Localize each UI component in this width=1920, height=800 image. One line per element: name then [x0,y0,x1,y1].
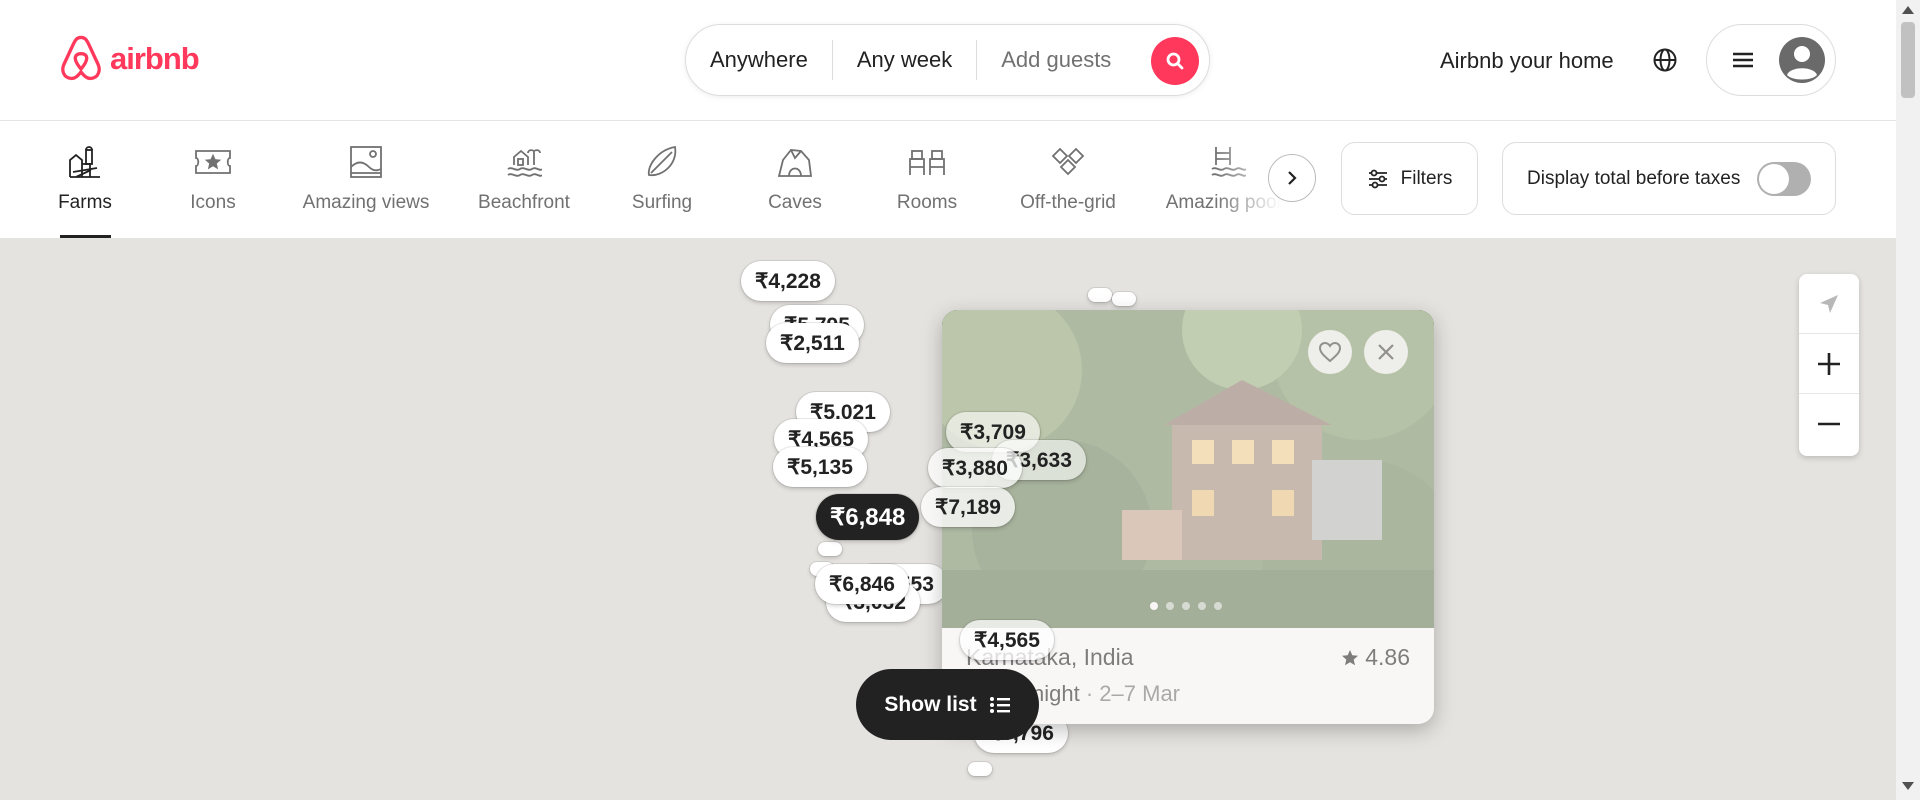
airbnb-logo[interactable]: airbnb [58,34,200,84]
page-scrollbar[interactable] [1896,0,1920,800]
pin-price-label: ₹3,880 [942,456,1008,480]
map-pin-dot[interactable] [1088,288,1112,302]
locate-me-button[interactable] [1799,274,1859,334]
display-total-toggle[interactable] [1757,161,1811,196]
pin-price-label: ₹6,846 [829,572,895,596]
category-label: Beachfront [478,192,570,213]
cave-icon [775,142,815,182]
top-header: airbnb Anywhere Any week Add guests Airb… [0,0,1896,121]
category-label: Surfing [631,192,693,213]
map-pin-dot[interactable] [968,762,992,776]
photo-carousel-dots[interactable] [1150,602,1222,610]
filters-button[interactable]: Filters [1341,142,1478,215]
airbnb-logo-text: airbnb [110,41,200,76]
map-pin-price[interactable]: ₹2,511 [766,323,859,363]
category-label: Caves [768,192,822,213]
globe-icon [1653,48,1677,72]
category-rooms[interactable]: Rooms [857,142,997,214]
zoom-in-button[interactable] [1799,334,1859,394]
star-icon [1342,649,1359,665]
show-list-label: Show list [884,692,977,716]
rating-value: 4.86 [1365,644,1410,670]
language-button[interactable] [1652,47,1678,78]
plus-icon [1818,352,1840,375]
ticket-star-icon [193,142,233,182]
scroll-down-arrow-icon[interactable] [1902,782,1914,790]
category-off-the-grid[interactable]: Off-the-grid [998,142,1138,214]
carousel-dot[interactable] [1198,602,1206,610]
category-label: Amazing views [302,192,430,213]
map-pin-price-selected[interactable]: ₹6,848 [816,494,920,540]
map-pin-price[interactable]: ₹4,228 [741,261,835,301]
pin-price-label: ₹4,565 [974,628,1040,652]
hamburger-menu-icon [1733,52,1753,68]
close-card-button[interactable] [1364,330,1408,374]
listing-dates: 2–7 Mar [1099,681,1181,706]
category-surfing[interactable]: Surfing [592,142,732,214]
save-wishlist-button[interactable] [1308,330,1352,374]
minus-icon [1818,422,1840,426]
pin-price-label: ₹4,228 [755,269,821,293]
toggle-knob [1759,163,1789,194]
category-label: Farms [58,192,112,213]
pin-price-label: ₹2,511 [780,331,845,355]
scrollbar-thumb[interactable] [1901,22,1915,98]
search-guests[interactable]: Add guests [977,47,1135,73]
diamond-grid-icon [1048,142,1088,182]
beach-house-icon [504,142,544,182]
pin-price-label: ₹7,189 [935,495,1001,519]
listing-card[interactable]: Karnataka, India 4.86 night · 2–7 Mar [942,310,1434,724]
beds-icon [907,142,947,182]
list-icon [989,696,1010,713]
category-beachfront[interactable]: Beachfront [454,142,594,214]
category-farms[interactable]: Farms [15,142,155,214]
category-label: Icons [190,192,236,213]
show-list-button[interactable]: Show list [856,669,1039,740]
airbnb-your-home-link[interactable]: Airbnb your home [1440,48,1614,74]
category-label: Rooms [896,192,958,213]
navigation-arrow-icon [1820,294,1838,313]
search-bar[interactable]: Anywhere Any week Add guests [685,24,1210,96]
pin-price-label: ₹5,135 [787,455,853,479]
map-pin-price[interactable]: ₹5,135 [773,447,867,487]
listing-rating: 4.86 [1341,644,1410,671]
search-icon [1166,52,1184,70]
heart-icon [1318,341,1342,363]
picture-icon [346,142,386,182]
carousel-dot[interactable] [1150,602,1158,610]
map-pin-price[interactable]: ₹6,846 [815,564,909,604]
surfboard-icon [642,142,682,182]
category-caves[interactable]: Caves [725,142,865,214]
display-total-toggle-container: Display total before taxes [1502,142,1836,215]
sliders-icon [1368,169,1387,188]
category-amazing-views[interactable]: Amazing views [296,142,436,214]
map-pin-dot[interactable] [818,542,842,556]
search-button[interactable] [1151,37,1199,85]
filters-label: Filters [1400,167,1453,189]
avatar-icon [1779,37,1825,83]
carousel-dot[interactable] [1214,602,1222,610]
map-pin-price[interactable]: ₹7,189 [921,487,1015,527]
search-when[interactable]: Any week [833,47,976,73]
category-next-button[interactable] [1268,154,1316,202]
map-pin-price[interactable]: ₹3,880 [928,448,1022,488]
search-where[interactable]: Anywhere [686,47,832,73]
category-icons[interactable]: Icons [143,142,283,214]
close-icon [1378,344,1394,360]
map-controls [1799,274,1859,456]
airbnb-logo-icon [61,35,101,81]
dot-separator: · [1085,681,1100,706]
zoom-out-button[interactable] [1799,394,1859,454]
farm-icon [65,142,105,182]
user-menu-button[interactable] [1706,24,1836,96]
scroll-up-arrow-icon[interactable] [1902,6,1914,14]
pin-price-label: ₹6,848 [830,503,906,531]
chevron-right-icon [1288,171,1297,185]
map-pin-dot[interactable] [1112,292,1136,306]
map-pin-price[interactable]: ₹4,565 [960,620,1054,660]
carousel-dot[interactable] [1166,602,1174,610]
carousel-dot[interactable] [1182,602,1190,610]
display-total-label: Display total before taxes [1527,167,1741,189]
category-label: Off-the-grid [1020,192,1116,213]
